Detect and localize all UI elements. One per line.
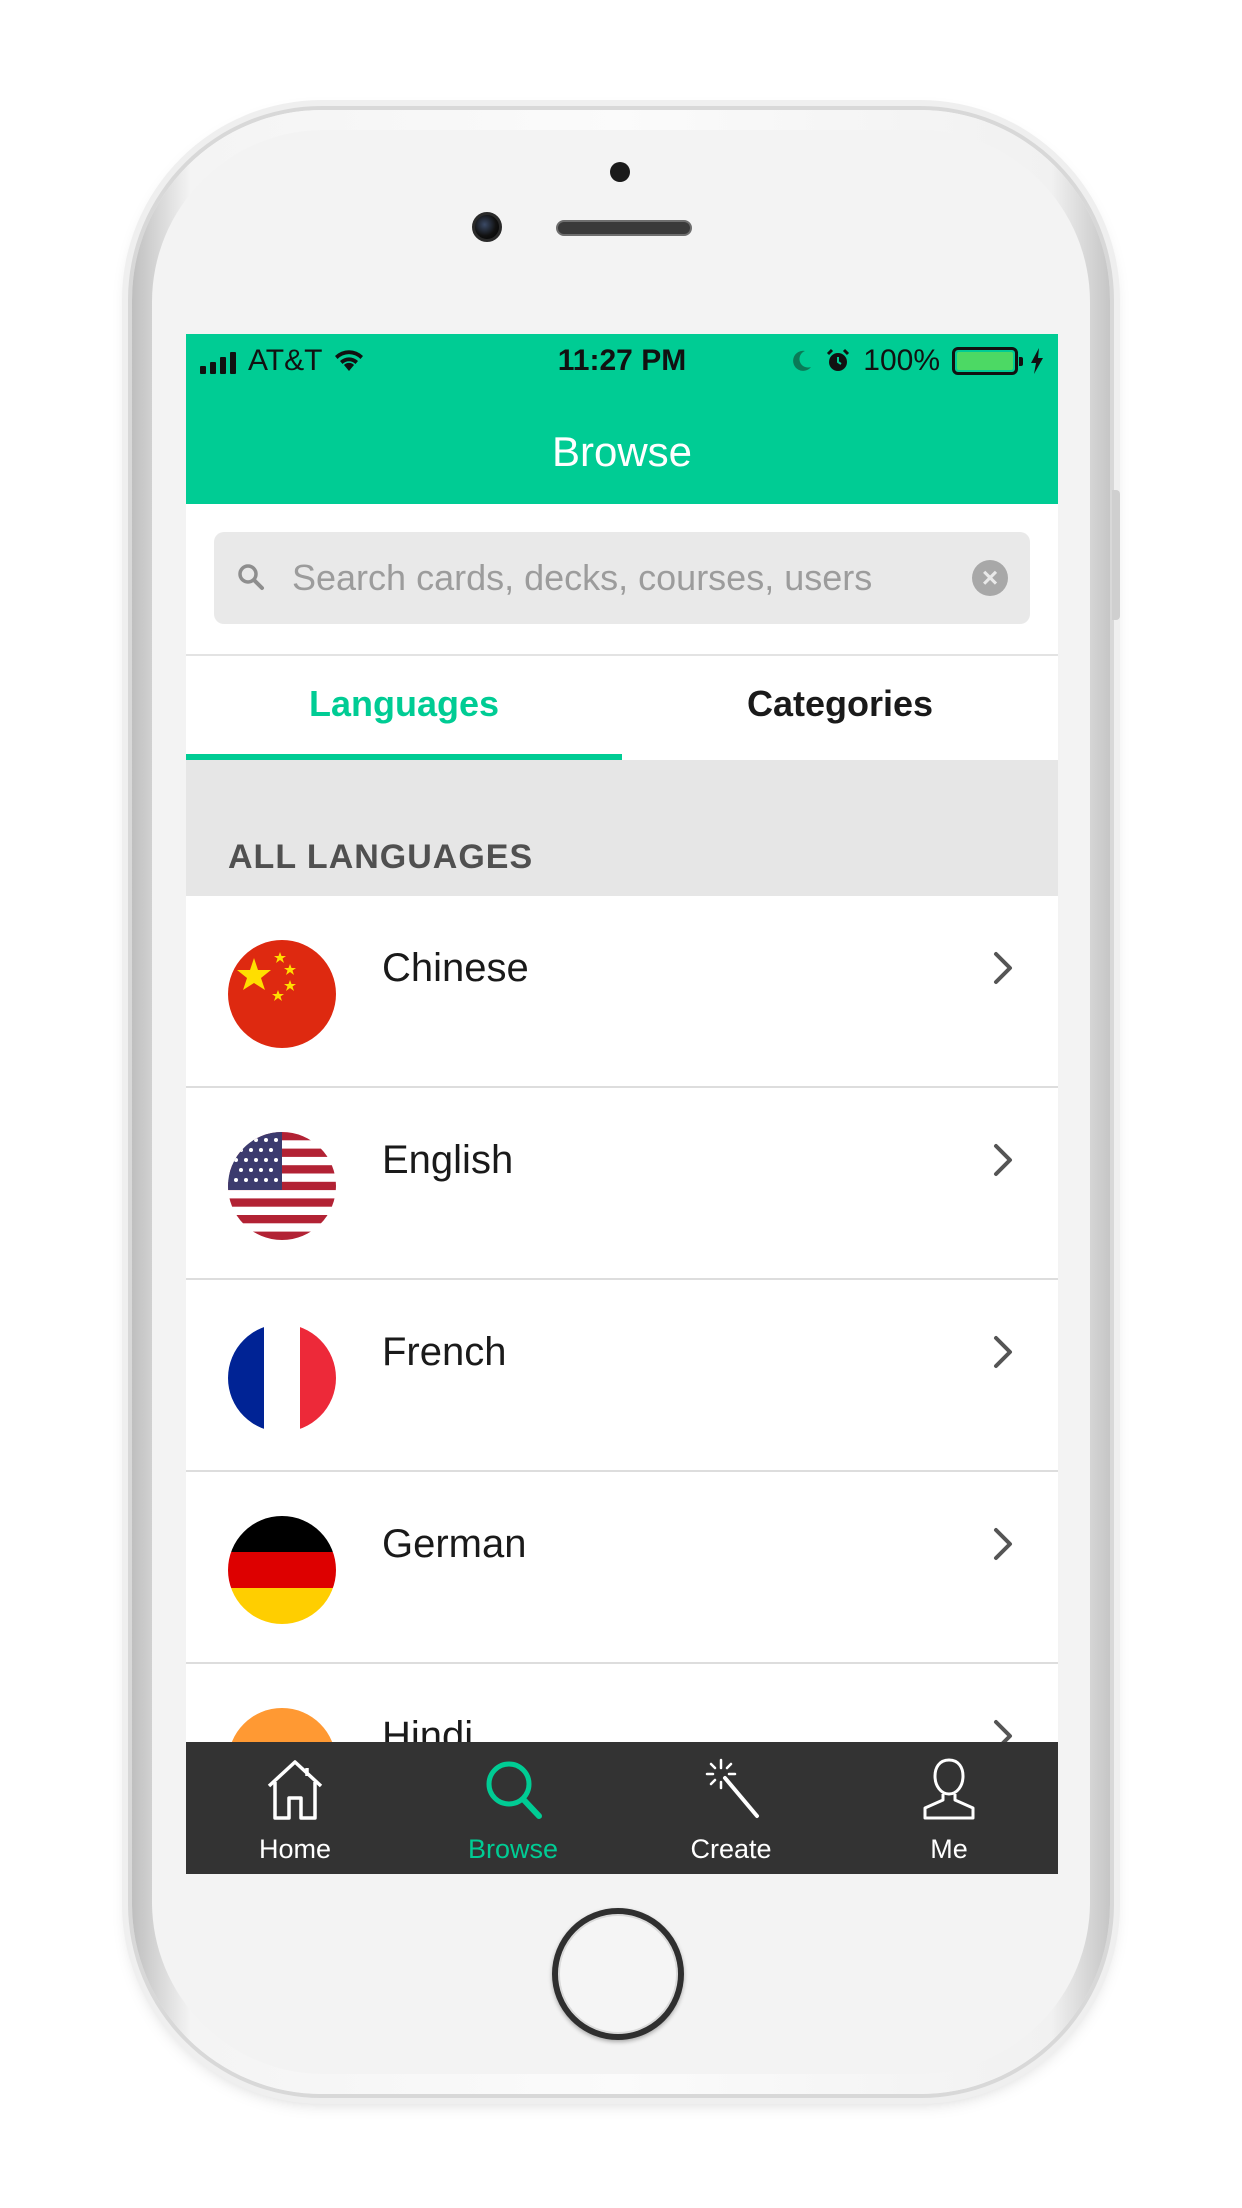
section-title: ALL LANGUAGES [228,838,534,876]
france-flag-icon [228,1324,336,1432]
battery-icon [952,347,1023,375]
tab-label: Home [258,1834,332,1864]
search-icon [238,564,264,590]
list-item-french[interactable]: French [186,1280,1058,1472]
proximity-sensor [610,162,630,182]
clear-search-icon[interactable]: × [972,560,1008,596]
search-icon [486,1761,542,1819]
chevron-right-icon [994,1528,1012,1560]
china-flag-icon [228,940,336,1048]
tab-create[interactable]: Create [622,1742,840,1874]
alarm-icon [827,348,850,371]
languages-list: Chinese English French German Hindi [186,896,1058,1856]
tab-me[interactable]: Me [840,1742,1058,1874]
section-header: ALL LANGUAGES [186,760,1058,896]
magic-wand-icon [705,1758,759,1818]
tab-categories[interactable]: Categories [622,656,1058,760]
tab-label: Create [690,1834,772,1864]
list-item-label: English [382,1138,514,1182]
search-bar[interactable]: × [214,532,1030,624]
front-camera [472,212,502,242]
list-item-chinese[interactable]: Chinese [186,896,1058,1088]
tab-browse[interactable]: Browse [404,1742,622,1874]
user-icon [923,1758,975,1820]
list-item-label: Chinese [382,946,529,990]
bottom-tab-bar: Home Browse Create Me [186,1742,1058,1874]
tab-label: Browse [467,1834,559,1864]
list-item-label: French [382,1330,507,1374]
nav-bar: Browse [186,390,1058,504]
germany-flag-icon [228,1516,336,1624]
page-title: Browse [551,428,693,475]
tab-languages[interactable]: Languages [186,656,622,760]
list-item-german[interactable]: German [186,1472,1058,1664]
charging-icon [1031,348,1043,374]
chevron-right-icon [994,952,1012,984]
home-icon [267,1760,323,1820]
app-screen: AT&T 11:27 PM 100% Browse Search cards, … [186,334,1058,1874]
list-item-english[interactable]: English [186,1088,1058,1280]
home-button[interactable] [552,1908,684,2040]
segment-tabs: Languages Categories [186,656,1058,760]
search-area: × [186,504,1058,656]
chevron-right-icon [994,1144,1012,1176]
chevron-right-icon [994,1336,1012,1368]
battery-percent: 100% [863,344,940,377]
tab-home[interactable]: Home [186,1742,404,1874]
search-input[interactable] [292,532,942,624]
earpiece-speaker [556,220,692,236]
side-button [1112,490,1120,620]
status-bar: AT&T 11:27 PM 100% [186,334,1058,390]
moon-icon [793,350,812,371]
usa-flag-icon [228,1132,336,1240]
tab-label: Me [930,1834,968,1864]
list-item-label: German [382,1522,527,1566]
